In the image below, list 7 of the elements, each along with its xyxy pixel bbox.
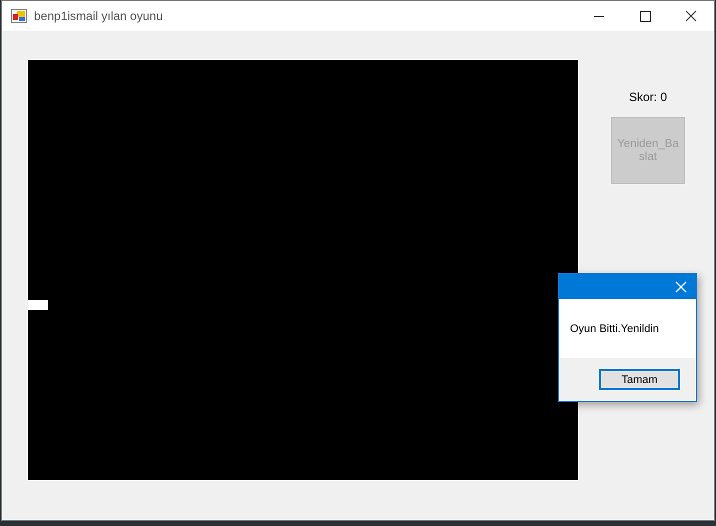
dialog-message: Oyun Bitti.Yenildin [570, 322, 659, 334]
app-icon [11, 9, 27, 23]
window-title: benp1ismail yılan oyunu [34, 9, 164, 23]
snake-segment [28, 300, 48, 310]
score-label: Skor: 0 [628, 90, 667, 104]
ok-button[interactable]: Tamam [599, 369, 680, 390]
close-icon[interactable] [675, 280, 687, 292]
